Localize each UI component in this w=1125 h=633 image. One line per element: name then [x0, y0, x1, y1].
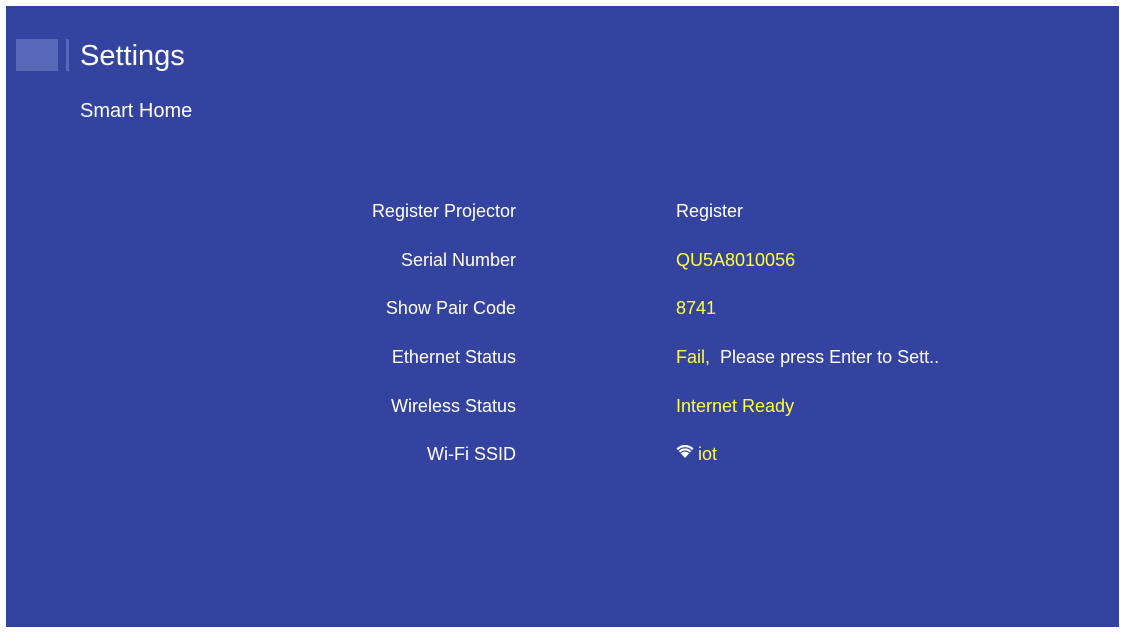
- wifi-ssid-value: iot: [676, 439, 717, 470]
- page-subtitle: Smart Home: [80, 100, 193, 122]
- settings-screen: Settings Smart Home Register Projector R…: [6, 6, 1119, 627]
- row-label: Wireless Status: [390, 396, 516, 416]
- row-ethernet-status[interactable]: Ethernet Status Fail, Please press Enter…: [6, 342, 1119, 372]
- ethernet-status-text: Fail,: [676, 347, 711, 367]
- pair-code-value: 8741: [676, 298, 717, 318]
- page-title: Settings: [80, 40, 185, 72]
- row-label: Ethernet Status: [391, 347, 516, 367]
- wifi-icon: [676, 438, 694, 468]
- row-label: Serial Number: [400, 250, 516, 270]
- wifi-ssid-text: iot: [698, 444, 718, 464]
- register-button[interactable]: Register: [676, 196, 743, 226]
- row-wifi-ssid[interactable]: Wi-Fi SSID iot: [6, 439, 1119, 469]
- row-register-projector[interactable]: Register Projector Register: [6, 196, 1119, 226]
- ethernet-status-value: Fail, Please press Enter to Sett..: [676, 342, 939, 372]
- app-logo: [16, 39, 58, 71]
- row-wireless-status[interactable]: Wireless Status Internet Ready: [6, 391, 1119, 421]
- row-label: Register Projector: [371, 201, 516, 221]
- row-label: Show Pair Code: [385, 298, 516, 318]
- wireless-status-value: Internet Ready: [676, 396, 795, 416]
- ethernet-status-message: Please press Enter to Sett..: [720, 347, 940, 367]
- serial-number-value: QU5A8010056: [676, 250, 796, 270]
- header-divider: [66, 39, 69, 71]
- row-label: Wi-Fi SSID: [427, 444, 516, 464]
- row-serial-number: Serial Number QU5A8010056: [6, 245, 1119, 275]
- row-show-pair-code[interactable]: Show Pair Code 8741: [6, 293, 1119, 323]
